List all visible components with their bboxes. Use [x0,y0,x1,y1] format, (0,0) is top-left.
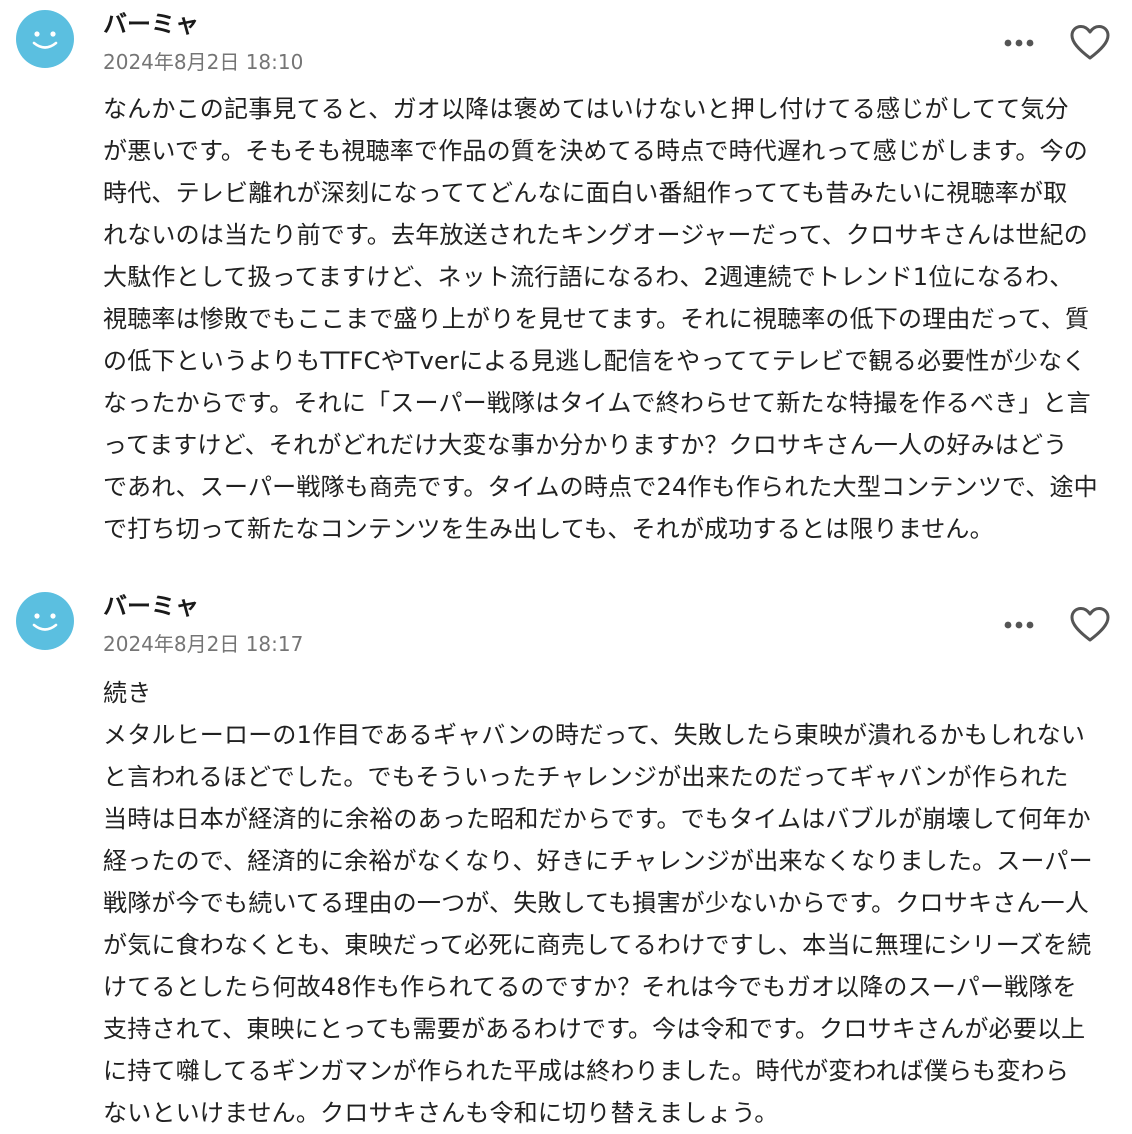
comment-text-line: に持て囃してるギンガマンが作られた平成は終わりました。時代が変われば僕らも変わら [103,1057,1070,1085]
smiley-face-icon [32,613,58,631]
comment-text-line: が気に食わなくとも、東映だって必死に商売してるわけですし、本当に無理にシリーズを… [103,931,1092,959]
comment-text-line: 当時は日本が経済的に余裕のあった昭和だからです。でもタイムはバブルが崩壊して何年… [103,805,1091,833]
avatar[interactable] [16,10,74,68]
comment-text-line: れないのは当たり前です。去年放送されたキングオージャーだって、クロサキさんは世紀… [103,221,1088,249]
comment-text-line: ないといけません。クロサキさんも令和に切り替えましょう。 [103,1099,779,1127]
heart-outline-icon [1070,607,1110,642]
comment-text-line: の低下というよりもTTFCやTverによる見逃し配信をやっててテレビで観る必要性… [103,347,1087,375]
smiley-face-icon [32,31,58,49]
comment-text-line: 続き [103,679,152,707]
more-options-button[interactable] [996,608,1042,642]
comment-text: なんかこの記事見てると、ガオ以降は褒めてはいけないと押し付けてる感じがしてて気分… [103,88,1115,550]
comment-text-line: なんかこの記事見てると、ガオ以降は褒めてはいけないと押し付けてる感じがしてて気分 [103,95,1069,123]
comment-text-line: と言われるほどでした。でもそういったチャレンジが出来たのだってギャバンが作られた [103,763,1069,791]
comment-text-line: 支持されて、東映にとっても需要があるわけです。今は令和です。クロサキさんが必要以… [103,1015,1086,1043]
comment-text-line: 時代、テレビ離れが深刻になっててどんなに面白い番組作ってても昔みたいに視聴率が取 [103,179,1068,207]
comment-text-line: メタルヒーローの1作目であるギャバンの時だって、失敗したら東映が潰れるかもしれな… [103,721,1086,749]
comment-text-line: 大駄作として扱ってますけど、ネット流行語になるわ、2週連続でトレンド1位になるわ… [103,263,1074,291]
comment-text-line: 視聴率は惨敗でもここまで盛り上がりを見せてます。それに視聴率の低下の理由だって、… [103,305,1090,333]
comment-text: 続き メタルヒーローの1作目であるギャバンの時だって、失敗したら東映が潰れるかも… [103,672,1115,1134]
comment-text-line: なったからです。それに「スーパー戦隊はタイムで終わらせて新たな特撮を作るべき」と… [103,389,1091,417]
username[interactable]: バーミャ [103,590,199,622]
timestamp: 2024年8月2日 18:10 [103,50,304,74]
username[interactable]: バーミャ [103,8,199,40]
more-options-button[interactable] [996,26,1042,60]
comment-text-line: ってますけど、それがどれだけ大変な事か分かりますか？クロサキさん一人の好みはどう [103,431,1068,459]
heart-outline-icon [1070,25,1110,60]
comment-text-line: が悪いです。そもそも視聴率で作品の質を決めてる時点で時代遅れって感じがします。今… [103,137,1088,165]
like-button[interactable] [1068,604,1112,646]
timestamp: 2024年8月2日 18:17 [103,632,304,656]
comment-text-line: 経ったので、経済的に余裕がなくなり、好きにチャレンジが出来なくなりました。スーパ… [103,847,1093,875]
comment-text-line: であれ、スーパー戦隊も商売です。タイムの時点で24作も作られた大型コンテンツで、… [103,473,1098,501]
more-horizontal-icon [1004,39,1034,47]
comment-text-line: けてるとしたら何故48作も作られてるのですか？それは今でもガオ以降のスーパー戦隊… [103,973,1077,1001]
avatar[interactable] [16,592,74,650]
more-horizontal-icon [1004,621,1034,629]
comment-text-line: で打ち切って新たなコンテンツを生み出しても、それが成功するとは限りません。 [103,515,994,543]
like-button[interactable] [1068,22,1112,64]
comment-text-line: 戦隊が今でも続いてる理由の一つが、失敗しても損害が少ないからです。クロサキさん一… [103,889,1089,917]
